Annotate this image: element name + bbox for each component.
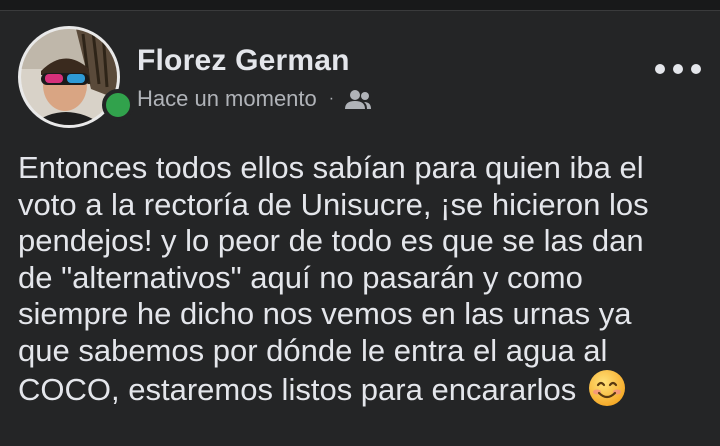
menu-dot bbox=[655, 64, 665, 74]
menu-dot bbox=[691, 64, 701, 74]
more-options-icon[interactable] bbox=[655, 56, 701, 82]
post-timestamp[interactable]: Hace un momento bbox=[137, 86, 317, 112]
smiling-face-emoji bbox=[588, 369, 626, 407]
menu-dot bbox=[673, 64, 683, 74]
post-meta: Hace un momento · bbox=[137, 86, 372, 112]
author-name[interactable]: Florez German bbox=[137, 44, 350, 78]
top-divider bbox=[0, 0, 720, 11]
meta-separator: · bbox=[328, 90, 335, 107]
online-status-indicator bbox=[102, 89, 134, 121]
friends-icon[interactable] bbox=[344, 88, 372, 110]
post-body: Entonces todos ellos sabían para quien i… bbox=[18, 150, 718, 409]
post-text: Entonces todos ellos sabían para quien i… bbox=[18, 150, 649, 407]
